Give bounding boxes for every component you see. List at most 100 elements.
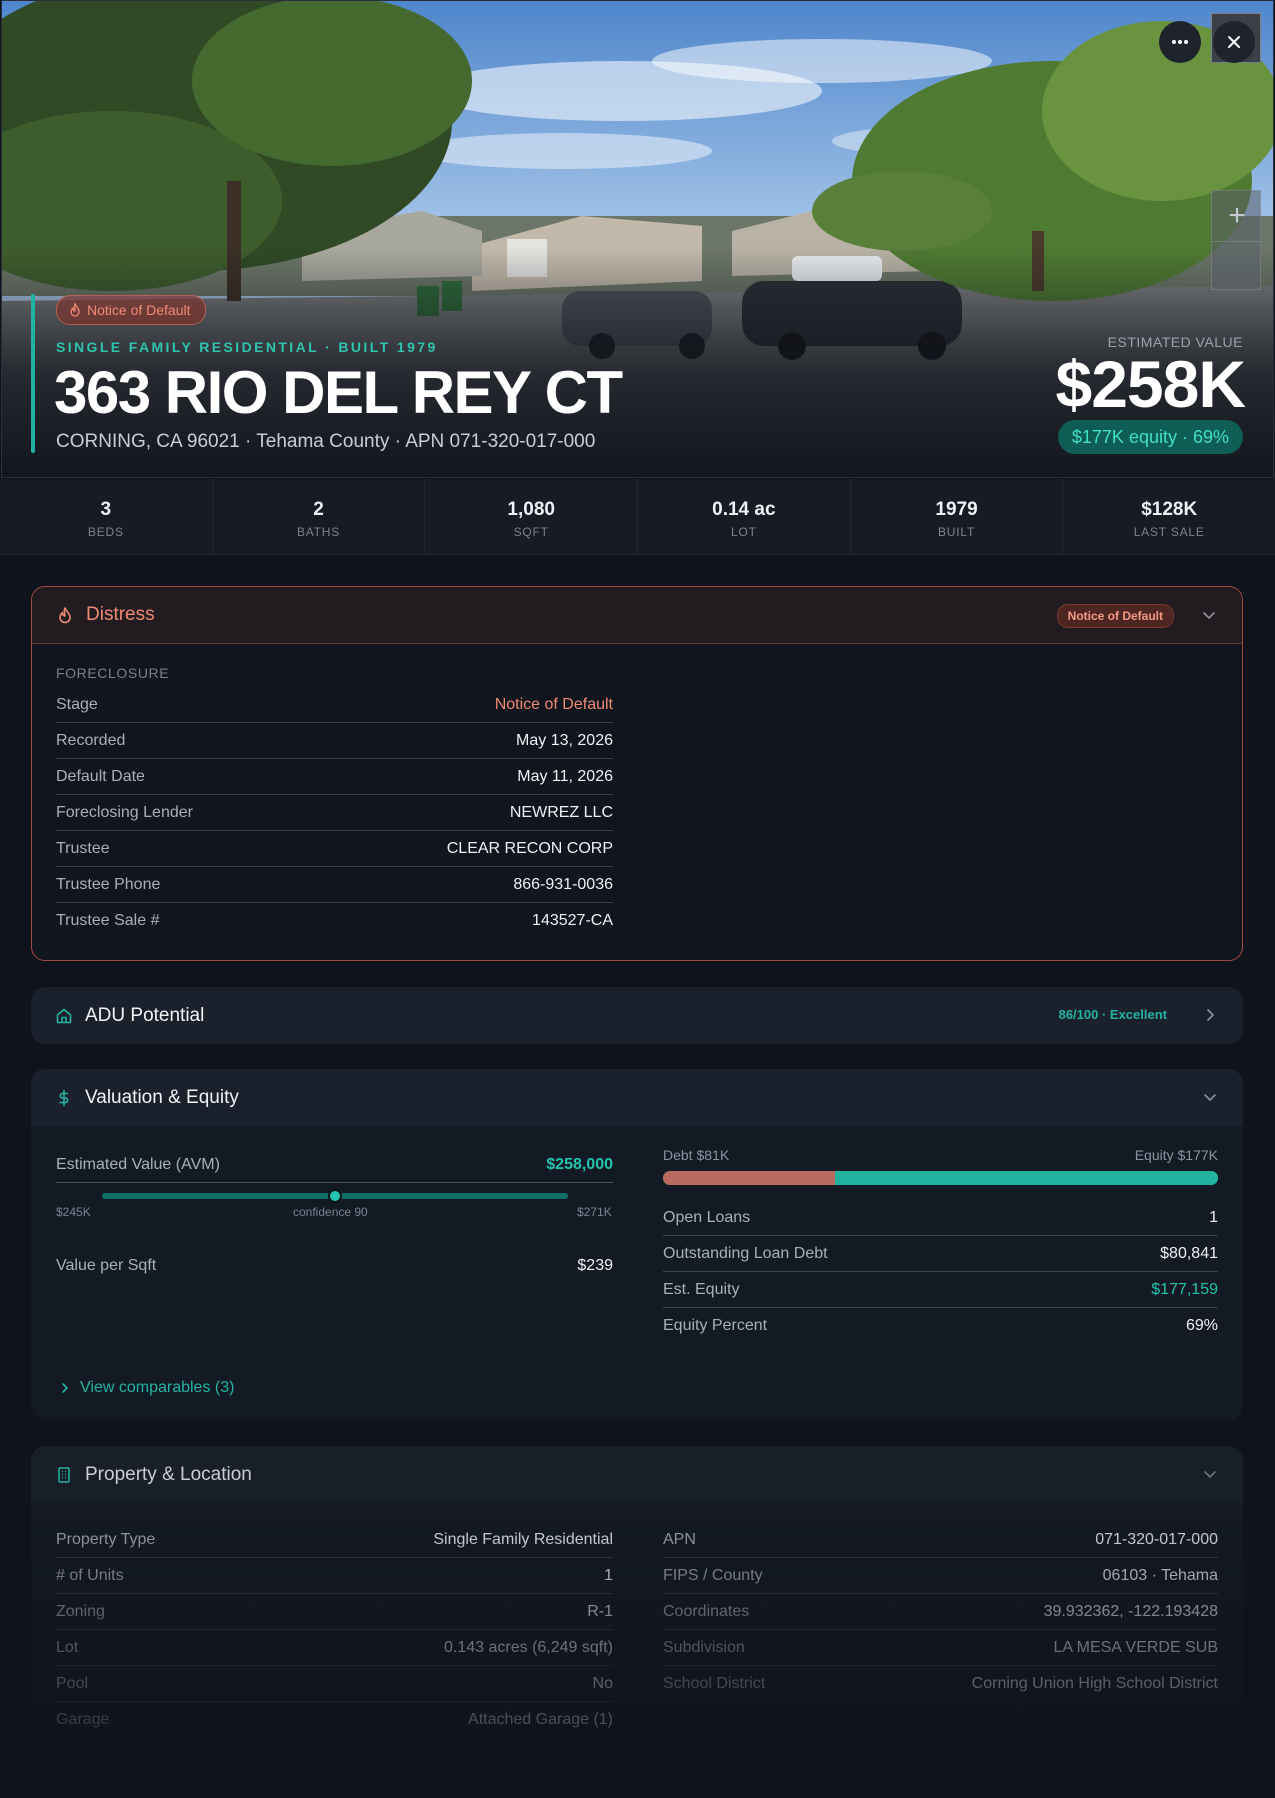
detail-key: Trustee Phone (56, 875, 161, 893)
property-location-subline: CORNING, CA 96021 · Tehama County · APN … (56, 431, 596, 452)
detail-key: FIPS / County (663, 1566, 763, 1584)
detail-value: $239 (577, 1257, 613, 1274)
close-button[interactable] (1213, 21, 1255, 63)
detail-row: APN 071-320-017-000 (663, 1522, 1218, 1558)
home-icon (56, 1008, 72, 1023)
detail-row: Lot 0.143 acres (6,249 sqft) (56, 1630, 613, 1666)
detail-value: No (592, 1674, 613, 1692)
detail-value: Corning Union High School District (971, 1675, 1218, 1692)
detail-row: Pool No (56, 1666, 613, 1702)
detail-value: R-1 (587, 1602, 613, 1620)
stat-label: BUILT (937, 525, 976, 539)
stat-label: BEDS (87, 525, 124, 539)
value-range-marker (328, 1189, 342, 1203)
adu-potential-card[interactable]: ADU Potential 86/100 · Excellent (31, 987, 1243, 1044)
detail-value: Single Family Residential (433, 1530, 613, 1548)
detail-value: $80,841 (1160, 1244, 1218, 1262)
detail-value: May 13, 2026 (516, 731, 613, 749)
detail-value: NEWREZ LLC (509, 803, 613, 821)
equity-label: Equity $177K (1134, 1147, 1218, 1163)
view-comparables-label: View comparables (3) (80, 1379, 235, 1396)
detail-row: School District Corning Union High Schoo… (663, 1666, 1218, 1702)
property-header[interactable]: Property & Location (31, 1446, 1243, 1503)
detail-key: Garage (56, 1711, 110, 1728)
detail-key: Trustee (56, 839, 110, 857)
detail-value: 866-931-0036 (513, 875, 613, 893)
detail-key: Stage (56, 695, 98, 713)
zoom-in-button[interactable]: + (1212, 191, 1262, 241)
detail-value: 06103 · Tehama (1102, 1566, 1218, 1584)
detail-value: Notice of Default (494, 695, 613, 713)
chevron-down-icon[interactable] (1203, 1467, 1217, 1481)
more-options-button[interactable] (1159, 21, 1201, 63)
detail-key: APN (663, 1530, 696, 1548)
detail-row: Subdivision LA MESA VERDE SUB (663, 1630, 1218, 1666)
detail-value: 143527-CA (532, 912, 613, 929)
dollar-icon (59, 1089, 69, 1106)
stat-value: $128K (1141, 499, 1198, 520)
stat-label: LOT (730, 525, 757, 539)
detail-key: Lot (56, 1638, 79, 1656)
detail-value: 1 (1209, 1208, 1218, 1226)
detail-key: Default Date (56, 767, 145, 785)
stat-value: 2 (313, 499, 324, 520)
chevron-down-icon[interactable] (1202, 608, 1216, 622)
estimated-value: $258K (1055, 347, 1246, 421)
avm-value: $258,000 (546, 1156, 613, 1173)
detail-value: 39.932362, -122.193428 (1043, 1602, 1218, 1620)
detail-row: Zoning R-1 (56, 1594, 613, 1630)
avm-label: Estimated Value (AVM) (56, 1156, 220, 1173)
detail-row: Garage Attached Garage (1) (56, 1702, 613, 1738)
distress-header[interactable]: Distress Notice of Default (32, 587, 1242, 644)
avm-row: Estimated Value (AVM) $258,000 (56, 1148, 613, 1183)
stat-lot: 0.14 ac LOT (638, 479, 851, 554)
adu-title: ADU Potential (85, 1004, 205, 1026)
distress-badge: Notice of Default (1056, 604, 1174, 628)
view-comparables-link[interactable]: View comparables (3) (60, 1379, 234, 1397)
detail-row: Outstanding Loan Debt $80,841 (663, 1236, 1218, 1272)
adu-header[interactable]: ADU Potential 86/100 · Excellent (31, 987, 1243, 1044)
detail-value: Attached Garage (1) (468, 1711, 613, 1728)
debt-equity-bar (663, 1171, 1218, 1185)
detail-value: May 11, 2026 (517, 767, 613, 785)
stats-bar: 3 BEDS 2 BATHS 1,080 SQFT 0.14 ac LOT 19… (0, 479, 1275, 555)
detail-value: CLEAR RECON CORP (446, 839, 613, 857)
stat-sqft: 1,080 SQFT (425, 479, 639, 554)
stat-value: 0.14 ac (712, 499, 776, 520)
valuation-title: Valuation & Equity (85, 1086, 239, 1108)
valuation-header[interactable]: Valuation & Equity (31, 1069, 1243, 1126)
stat-label: LAST SALE (1133, 525, 1205, 539)
debt-label: Debt $81K (663, 1147, 730, 1163)
detail-key: School District (663, 1675, 766, 1692)
range-low-label: $245K (56, 1205, 91, 1219)
detail-key: Value per Sqft (56, 1257, 157, 1274)
confidence-label: confidence 90 (293, 1205, 368, 1219)
property-title: Property & Location (85, 1463, 252, 1485)
detail-key: Property Type (56, 1530, 156, 1548)
range-high-label: $271K (577, 1205, 612, 1219)
debt-segment (663, 1171, 836, 1185)
detail-row: Equity Percent 69% (663, 1308, 1218, 1344)
chevron-down-icon[interactable] (1203, 1090, 1217, 1104)
stat-label: SQFT (513, 525, 549, 539)
detail-key: Coordinates (663, 1602, 750, 1620)
equity-segment (835, 1171, 1218, 1185)
stat-value: 1979 (935, 499, 978, 520)
chevron-right-icon[interactable] (1203, 1008, 1217, 1022)
detail-value: LA MESA VERDE SUB (1053, 1638, 1218, 1656)
detail-row: Open Loans 1 (663, 1200, 1218, 1236)
chevron-right-icon (62, 1383, 69, 1393)
detail-value: $177,159 (1151, 1280, 1218, 1298)
stat-label: BATHS (296, 525, 341, 539)
flame-icon (70, 303, 80, 317)
equity-pill: $177K equity · 69% (1057, 420, 1243, 454)
notice-of-default-label: Notice of Default (87, 302, 191, 318)
detail-value: 071-320-017-000 (1095, 1530, 1218, 1548)
detail-row: Est. Equity $177,159 (663, 1272, 1218, 1308)
detail-key: Recorded (56, 731, 126, 749)
stat-beds: 3 BEDS (0, 479, 213, 554)
detail-key: Foreclosing Lender (56, 803, 193, 821)
stat-baths: 2 BATHS (213, 479, 426, 554)
detail-row: Foreclosing Lender NEWREZ LLC (56, 795, 613, 831)
detail-row: Default Date May 11, 2026 (56, 759, 613, 795)
